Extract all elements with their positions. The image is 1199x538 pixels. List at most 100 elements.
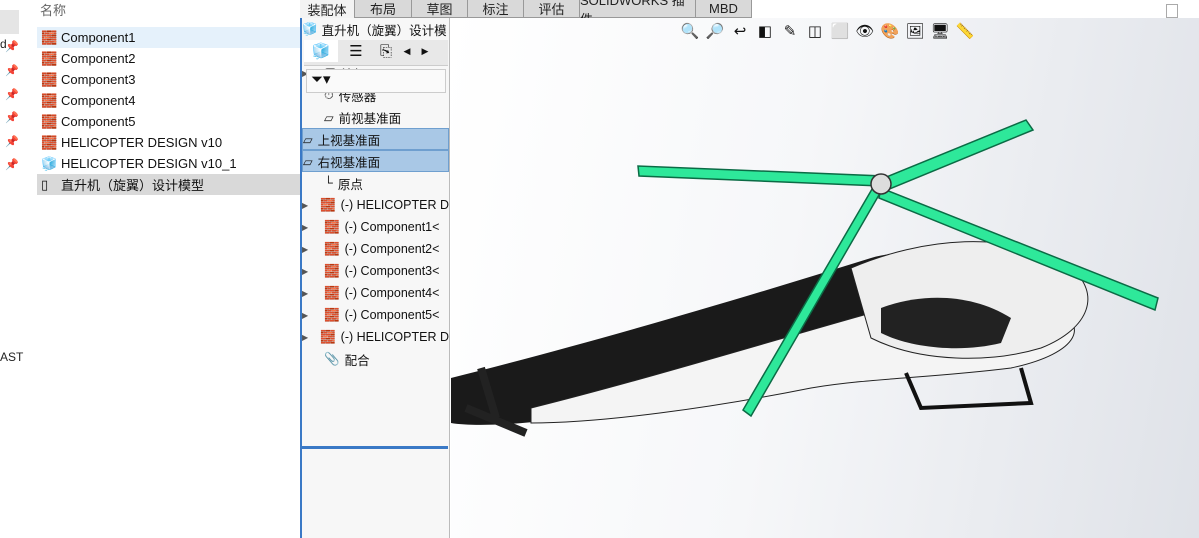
file-row[interactable]: 🧱 Component4: [37, 90, 300, 111]
file-explorer: d AST 📌 📌 📌 📌 📌 📌 名称 🧱 Component1 🧱 Compone…: [0, 0, 300, 538]
expand-arrow-icon[interactable]: ▶: [302, 267, 312, 276]
tree-item-label: 配合: [344, 353, 370, 368]
file-name: HELICOPTER DESIGN v10: [61, 135, 223, 150]
part-icon: 🧱: [41, 29, 58, 45]
scroll-right-icon[interactable]: ▶: [416, 40, 434, 62]
file-row[interactable]: 🧱 Component5: [37, 111, 300, 132]
plane-icon: ▱: [303, 154, 313, 169]
scroll-left-icon[interactable]: ◀: [398, 40, 416, 62]
file-name: HELICOPTER DESIGN v10_1: [61, 156, 237, 171]
tree-item[interactable]: ▶ 🧱 (-) Component1<: [302, 216, 449, 238]
tab-1[interactable]: 布局: [355, 0, 412, 18]
view-orientation-icon[interactable]: ◫: [804, 20, 826, 42]
expand-arrow-icon[interactable]: ▶: [302, 223, 312, 232]
tab-3[interactable]: 标注: [468, 0, 524, 18]
pin-icon[interactable]: 📌: [5, 158, 19, 171]
window-restore-button[interactable]: [1166, 4, 1178, 18]
part-icon: 🧱: [324, 285, 340, 300]
part-icon: 🧱: [320, 197, 336, 212]
command-manager-tabs: 装配体布局草图标注评估SOLIDWORKS 插件MBD: [300, 0, 752, 27]
part-icon: 🧱: [324, 263, 340, 278]
dynamic-annotation-icon[interactable]: ✎: [779, 20, 801, 42]
column-header-name[interactable]: 名称: [40, 0, 66, 19]
property-manager-tab-icon[interactable]: ☰: [338, 40, 374, 62]
rotor-blade: [877, 119, 1035, 191]
tree-item-label: 前视基准面: [338, 111, 402, 126]
plane-icon: ▱: [324, 110, 334, 125]
part-icon: 🧱: [324, 219, 340, 234]
tab-0[interactable]: 装配体: [300, 0, 355, 18]
file-row[interactable]: 🧱 HELICOPTER DESIGN v10: [37, 132, 300, 153]
file-row[interactable]: 🧊 HELICOPTER DESIGN v10_1: [37, 153, 300, 174]
file-icon: ▯: [41, 176, 49, 192]
view-settings-icon[interactable]: 🖥: [929, 20, 951, 42]
part-icon: 🧱: [41, 134, 58, 150]
rotor-blade: [637, 165, 884, 187]
heads-up-view-toolbar: 🔍 🔎 ↩ ◧ ✎ ◫ ⬜ 👁 🎨 🖼 🖥 📏: [679, 20, 976, 42]
tree-item[interactable]: ▶ 🧱 (-) Component5<: [302, 304, 449, 326]
tree-item-label: (-) Component3<: [344, 264, 440, 278]
tree-item[interactable]: ▶ 🧱 (-) Component4<: [302, 282, 449, 304]
panel-splitter[interactable]: ●: [302, 22, 448, 36]
tree-item[interactable]: ▱ 右视基准面: [302, 150, 449, 172]
file-row[interactable]: 🧱 Component3: [37, 69, 300, 90]
tree-item-label: (-) HELICOPTER D: [340, 198, 449, 212]
tree-item-label: (-) Component4<: [344, 286, 440, 300]
tree-item[interactable]: 📎 配合: [302, 348, 449, 370]
tree-item[interactable]: ▶ 🧱 (-) HELICOPTER D: [302, 194, 449, 216]
pin-icon[interactable]: 📌: [5, 40, 19, 53]
pin-icon[interactable]: 📌: [5, 64, 19, 77]
rotor-hub: [870, 173, 892, 195]
expand-arrow-icon[interactable]: ▶: [302, 201, 310, 210]
edit-appearance-icon[interactable]: 🎨: [879, 20, 901, 42]
part-icon: 🧱: [320, 329, 336, 344]
tree-item[interactable]: ▶ 🧱 (-) Component3<: [302, 260, 449, 282]
hide-show-icon[interactable]: 👁: [854, 20, 876, 42]
tree-item[interactable]: ▶ 🧱 (-) Component2<: [302, 238, 449, 260]
measure-icon[interactable]: 📏: [954, 20, 976, 42]
tree-item[interactable]: ▱ 前视基准面: [302, 106, 449, 128]
expand-arrow-icon[interactable]: ▶: [302, 333, 310, 342]
feature-manager-tab-icon[interactable]: 🧊: [304, 40, 338, 62]
tree-item[interactable]: └ 原点: [302, 172, 449, 194]
file-row[interactable]: 🧱 Component2: [37, 48, 300, 69]
tree-item-label: (-) HELICOPTER D: [340, 330, 449, 344]
configuration-manager-tab-icon[interactable]: ⎘: [374, 40, 398, 62]
file-name: Component2: [61, 51, 136, 66]
solidworks-window: 装配体布局草图标注评估SOLIDWORKS 插件MBD ● 🧊 ☰ ⎘ ◀ ▶ …: [300, 0, 1199, 538]
mates-icon: 📎: [324, 351, 340, 366]
zoom-to-fit-icon[interactable]: 🔍: [679, 20, 701, 42]
graphics-viewport[interactable]: 🔍 🔎 ↩ ◧ ✎ ◫ ⬜ 👁 🎨 🖼 🖥 📏: [451, 4, 1199, 538]
tree-item[interactable]: ▱ 上视基准面: [302, 128, 449, 150]
display-style-icon[interactable]: ⬜: [829, 20, 851, 42]
rollback-bar[interactable]: [302, 446, 448, 449]
helicopter-model[interactable]: [451, 78, 1199, 478]
tab-4[interactable]: 评估: [524, 0, 580, 18]
nav-strip: d AST 📌 📌 📌 📌 📌 📌: [0, 0, 24, 538]
zoom-to-area-icon[interactable]: 🔎: [704, 20, 726, 42]
tree-item-label: (-) Component5<: [344, 308, 440, 322]
file-name: Component1: [61, 30, 136, 45]
filter-icon[interactable]: ⏷▾: [306, 69, 446, 93]
file-name: Component3: [61, 72, 136, 87]
part-icon: 🧱: [41, 92, 58, 108]
file-row[interactable]: 🧱 Component1: [37, 27, 300, 48]
tree-item[interactable]: ▶ 🧱 (-) HELICOPTER D: [302, 326, 449, 348]
pin-icon[interactable]: 📌: [5, 111, 19, 124]
tab-2[interactable]: 草图: [412, 0, 468, 18]
tree-item-label: 右视基准面: [317, 155, 381, 170]
nav-selected[interactable]: [0, 10, 19, 34]
section-view-icon[interactable]: ◧: [754, 20, 776, 42]
pin-icon[interactable]: 📌: [5, 135, 19, 148]
expand-arrow-icon[interactable]: ▶: [302, 245, 312, 254]
expand-arrow-icon[interactable]: ▶: [302, 289, 312, 298]
part-icon: 🧱: [324, 241, 340, 256]
apply-scene-icon[interactable]: 🖼: [904, 20, 926, 42]
tab-5[interactable]: SOLIDWORKS 插件: [580, 0, 696, 27]
pin-icon[interactable]: 📌: [5, 88, 19, 101]
expand-arrow-icon[interactable]: ▶: [302, 311, 312, 320]
file-row[interactable]: ▯ 直升机（旋翼）设计模型: [37, 174, 300, 195]
previous-view-icon[interactable]: ↩: [729, 20, 751, 42]
nav-fragment: AST: [0, 350, 24, 364]
tab-6[interactable]: MBD: [696, 0, 752, 18]
